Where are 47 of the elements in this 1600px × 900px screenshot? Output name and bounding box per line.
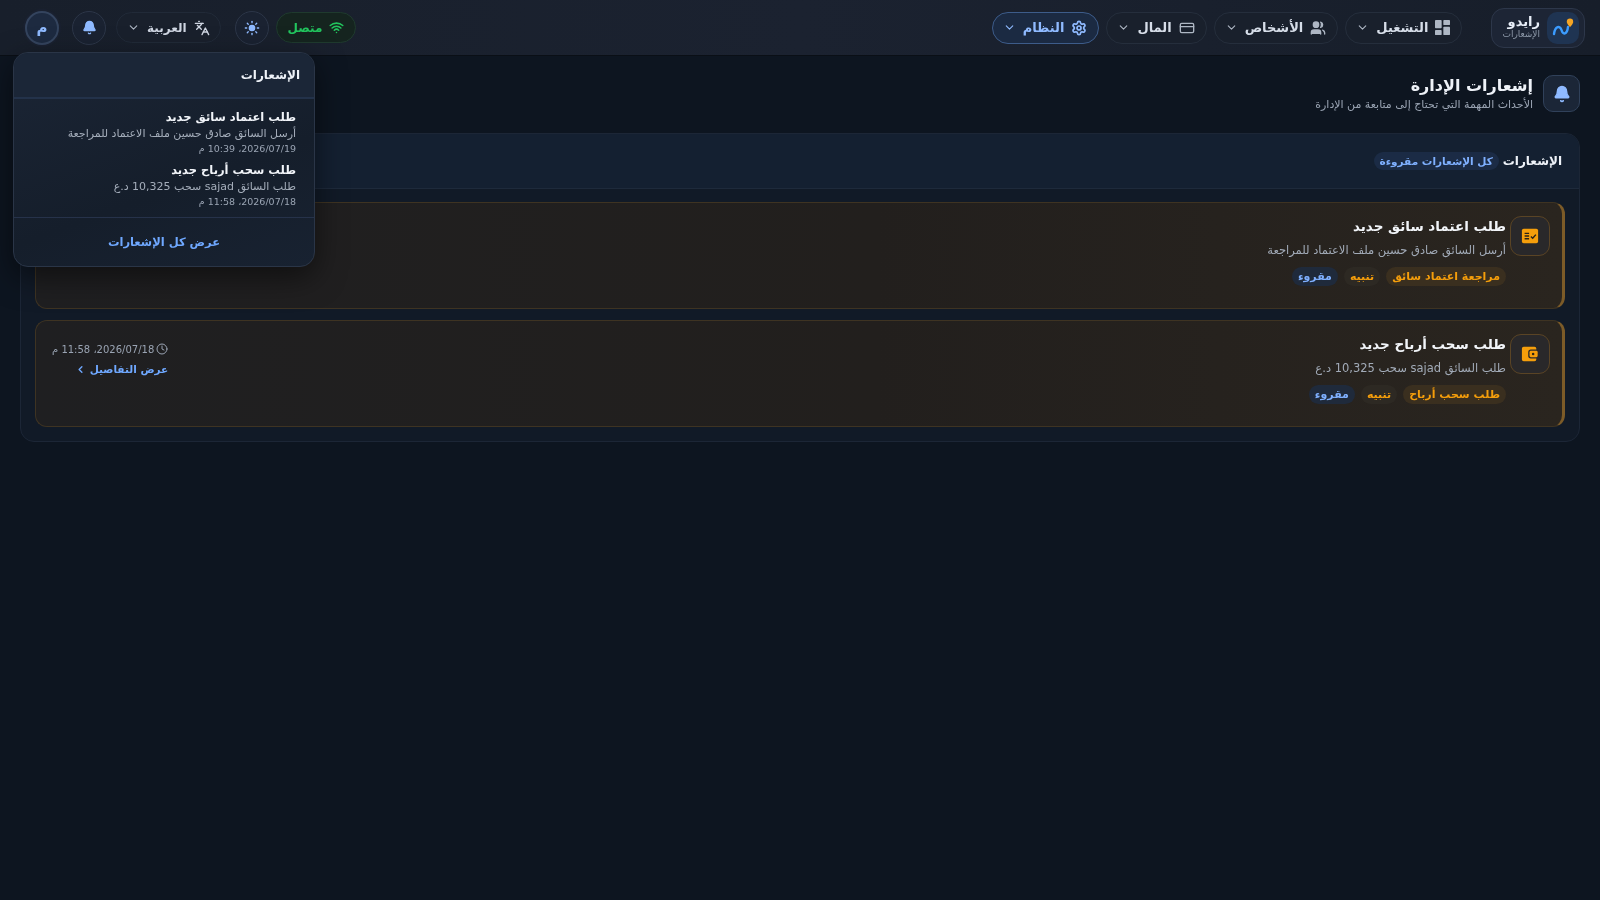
panel-title: الإشعارات (1502, 154, 1562, 168)
notification-message: أرسل السائق صادق حسين ملف الاعتماد للمراجعة (1267, 243, 1506, 257)
avatar-button[interactable]: م (25, 10, 59, 45)
dropdown-item-message: أرسل السائق صادق حسين ملف الاعتماد للمراجعة (67, 127, 296, 140)
all-read-badge: كل الإشعارات مقروءة (1373, 152, 1499, 170)
view-all-link[interactable]: عرض كل الإشعارات (107, 235, 221, 249)
bell-icon (81, 20, 97, 35)
people-icon (1310, 19, 1327, 36)
notification-tag: تنبيه (1343, 267, 1381, 286)
clock-icon (156, 343, 169, 355)
language-button[interactable]: العربية (116, 12, 221, 43)
nav-menu-button[interactable]: التشغيل (1345, 11, 1463, 44)
notification-tag: طلب سحب أرباح (1403, 385, 1506, 404)
dropdown-title: الإشعارات (240, 68, 300, 82)
bell-icon (1543, 75, 1580, 112)
dropdown-item-title[interactable]: طلب سحب أرباح جديد (171, 163, 296, 177)
dropdown-item-title[interactable]: طلب اعتماد سائق جديد (165, 110, 296, 124)
page-subtitle: الأحداث المهمة التي تحتاج إلى متابعة من الإدارة (1315, 98, 1533, 111)
translate-icon (193, 19, 210, 36)
dropdown-item-message: طلب السائق sajad سحب 10,325 د.ع (113, 180, 296, 193)
notification-message: طلب السائق sajad سحب 10,325 د.ع (1315, 361, 1506, 375)
checklist-icon (1510, 216, 1550, 256)
notification-tag: تنبيه (1360, 385, 1398, 404)
connection-status: متصل (275, 12, 357, 43)
notification-title: طلب سحب أرباح جديد (1359, 336, 1506, 352)
grid-icon (1435, 20, 1451, 35)
notification-tag: مراجعة اعتماد سائق (1386, 267, 1506, 286)
nav-menu-button[interactable]: المال (1106, 11, 1207, 44)
notification-tag: مقروء (1291, 267, 1338, 286)
route-logo-icon (1547, 11, 1579, 44)
sun-icon (243, 19, 260, 36)
nav-menu-button[interactable]: الأشخاص (1213, 11, 1339, 44)
settings-icon (1071, 19, 1088, 36)
details-link[interactable]: عرض التفاصيل (74, 363, 169, 375)
brand-name: رايدو (1507, 15, 1540, 30)
notification-title: طلب اعتماد سائق جديد (1353, 218, 1506, 234)
nav-menu-button[interactable]: النظام (991, 11, 1100, 44)
notifications-button[interactable] (72, 10, 106, 45)
page-title: إشعارات الإدارة (1409, 76, 1533, 95)
wifi-icon (329, 20, 345, 35)
notification-tag: مقروء (1308, 385, 1355, 404)
brand-subtitle: الإشعارات (1502, 29, 1540, 40)
dropdown-item-time: 2026/07/19، 10:39 م (198, 143, 296, 154)
wallet-icon (1510, 334, 1550, 374)
dropdown-item-time: 2026/07/18، 11:58 م (198, 196, 296, 207)
notification-time: 2026/07/18، 11:58 م (52, 343, 155, 355)
theme-toggle-button[interactable] (234, 10, 269, 45)
